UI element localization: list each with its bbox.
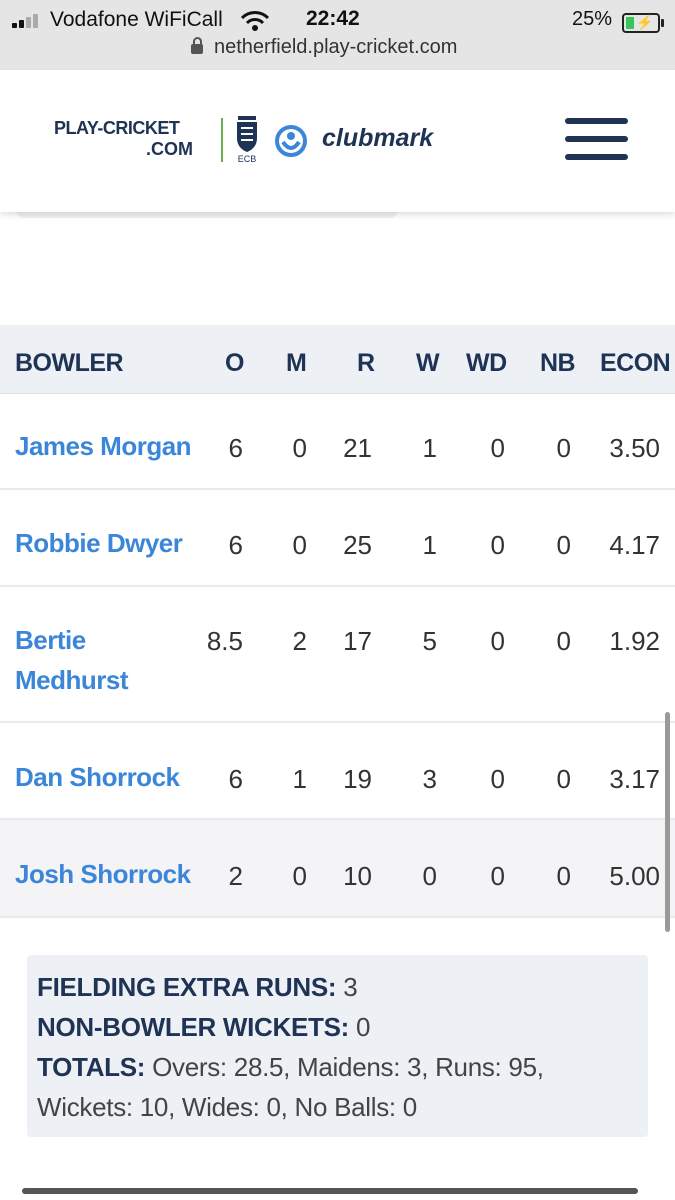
col-no-balls: NB	[540, 349, 576, 377]
bowler-name-link[interactable]: James Morgan	[15, 426, 192, 466]
runs-value: 10	[343, 861, 372, 891]
col-wides: WD	[466, 349, 507, 377]
table-row: Josh Shorrock 2 0 10 0 0 0 5.00	[0, 820, 675, 918]
vertical-scrollbar[interactable]	[665, 712, 670, 932]
wifi-icon	[240, 11, 270, 31]
runs-value: 17	[343, 626, 372, 656]
no-balls-value: 0	[556, 764, 571, 794]
non-bowler-wickets-label: NON-BOWLER WICKETS:	[37, 1012, 350, 1042]
col-runs: R	[357, 349, 375, 377]
fielding-extra-runs-label: FIELDING EXTRA RUNS:	[37, 972, 337, 1002]
economy-value: 5.00	[609, 861, 660, 891]
bowling-table-header: BOWLER O M R W WD NB ECON	[0, 325, 675, 394]
bowler-name-link[interactable]: Dan Shorrock	[15, 757, 180, 797]
wickets-value: 0	[422, 861, 437, 891]
clock-time: 22:42	[306, 7, 360, 30]
wides-value: 0	[490, 530, 505, 560]
battery-icon: ⚡	[622, 13, 664, 33]
runs-value: 21	[343, 433, 372, 463]
maidens-value: 1	[292, 764, 307, 794]
maidens-value: 0	[292, 433, 307, 463]
bowler-name-line-2: Medhurst	[15, 665, 129, 695]
maidens-value: 0	[292, 530, 307, 560]
wickets-value: 1	[422, 433, 437, 463]
clubmark-icon	[275, 125, 307, 157]
economy-value: 3.17	[609, 764, 660, 794]
non-bowler-wickets-value: 0	[355, 1012, 371, 1042]
wides-value: 0	[490, 433, 505, 463]
no-balls-value: 0	[556, 626, 571, 656]
economy-value: 4.17	[609, 530, 660, 560]
runs-value: 25	[343, 530, 372, 560]
table-row: James Morgan 6 0 21 1 0 0 3.50	[0, 394, 675, 490]
table-row: Bertie Medhurst 8.5 2 17 5 0 0 1.92	[0, 587, 675, 723]
no-balls-value: 0	[556, 861, 571, 891]
menu-bar-icon	[565, 154, 628, 160]
logo-line-1: PLAY-CRICKET	[54, 118, 180, 138]
col-overs: O	[225, 349, 244, 377]
economy-value: 3.50	[609, 433, 660, 463]
bowler-name-link[interactable]: Josh Shorrock	[15, 854, 191, 894]
play-cricket-logo[interactable]: PLAY-CRICKET .COM	[54, 118, 193, 160]
overs-value: 2	[228, 861, 243, 891]
col-wickets: W	[416, 349, 440, 377]
maidens-value: 0	[292, 861, 307, 891]
charging-bolt-icon: ⚡	[636, 14, 654, 30]
summary-text: FIELDING EXTRA RUNS: 3 NON-BOWLER WICKET…	[37, 967, 627, 1127]
bowler-name-link[interactable]: Robbie Dwyer	[15, 523, 183, 563]
battery-percent: 25%	[572, 8, 613, 30]
cellular-signal-icon	[12, 12, 40, 28]
battery-level-fill	[626, 17, 634, 29]
table-row: Robbie Dwyer 6 0 25 1 0 0 4.17	[0, 490, 675, 587]
clubmark-logo-text[interactable]: clubmark	[322, 124, 433, 153]
status-bar: Vodafone WiFiCall 22:42 25% ⚡ netherfiel…	[0, 0, 675, 70]
wickets-value: 1	[422, 530, 437, 560]
home-indicator[interactable]	[22, 1188, 638, 1194]
col-economy: ECON	[600, 349, 671, 377]
bowling-summary: FIELDING EXTRA RUNS: 3 NON-BOWLER WICKET…	[27, 955, 648, 1137]
menu-bar-icon	[565, 118, 628, 124]
wickets-value: 5	[422, 626, 437, 656]
maidens-value: 2	[292, 626, 307, 656]
overs-value: 6	[228, 530, 243, 560]
col-maidens: M	[286, 349, 307, 377]
runs-value: 19	[343, 764, 372, 794]
no-balls-value: 0	[556, 530, 571, 560]
wides-value: 0	[490, 764, 505, 794]
logo-divider	[221, 118, 223, 162]
overs-value: 6	[228, 764, 243, 794]
no-balls-value: 0	[556, 433, 571, 463]
page-url[interactable]: netherfield.play-cricket.com	[214, 36, 457, 59]
fielding-extra-runs-value: 3	[343, 972, 358, 1002]
site-header: PLAY-CRICKET .COM ECB clubmark	[0, 70, 675, 212]
bowler-name-link[interactable]: Bertie Medhurst	[15, 620, 129, 700]
bowler-name-line-1: Bertie	[15, 625, 86, 655]
ecb-label: ECB	[238, 154, 257, 164]
wides-value: 0	[490, 861, 505, 891]
ecb-crest-icon: ECB	[237, 116, 257, 164]
lock-icon	[191, 37, 203, 54]
carrier-name: Vodafone WiFiCall	[50, 8, 223, 31]
wides-value: 0	[490, 626, 505, 656]
totals-label: TOTALS:	[37, 1052, 146, 1082]
economy-value: 1.92	[609, 626, 660, 656]
logo-line-2: .COM	[146, 139, 193, 159]
wickets-value: 3	[422, 764, 437, 794]
col-bowler: BOWLER	[15, 349, 124, 377]
menu-button[interactable]	[565, 118, 629, 162]
overs-value: 8.5	[206, 626, 243, 656]
address-bar[interactable]: netherfield.play-cricket.com	[0, 36, 675, 64]
menu-bar-icon	[565, 136, 628, 142]
overs-value: 6	[228, 433, 243, 463]
table-row: Dan Shorrock 6 1 19 3 0 0 3.17	[0, 723, 675, 820]
